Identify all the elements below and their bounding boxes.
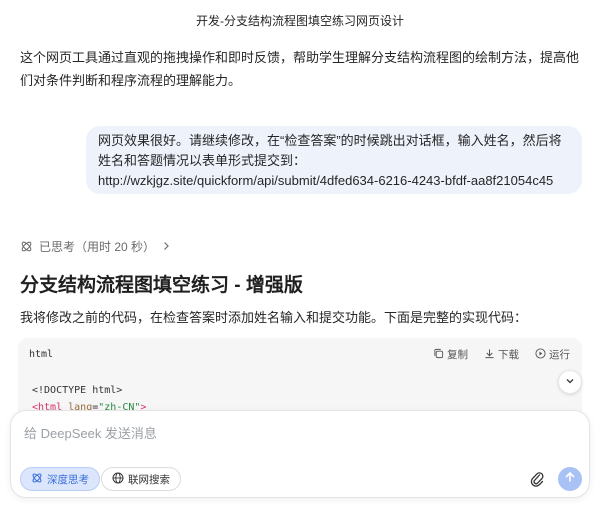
- code-line: <!DOCTYPE html>: [32, 385, 123, 396]
- message-composer: 深度思考 联网搜索: [10, 410, 590, 498]
- run-button[interactable]: 运行: [535, 347, 570, 362]
- deep-think-icon: [31, 472, 43, 487]
- user-message-bubble: 网页效果很好。请继续修改，在“检查答案”的时候跳出对话框，输入姓名，然后将姓名和…: [86, 126, 582, 194]
- web-search-toggle[interactable]: 联网搜索: [101, 467, 181, 491]
- run-label: 运行: [549, 349, 570, 361]
- attach-file-button[interactable]: [529, 470, 545, 488]
- paperclip-icon: [529, 472, 545, 492]
- chevron-down-icon: [565, 373, 575, 391]
- copy-button[interactable]: 复制: [433, 347, 468, 362]
- copy-icon: [433, 348, 444, 362]
- download-button[interactable]: 下载: [484, 347, 519, 362]
- assistant-intro-text: 这个网页工具通过直观的拖拽操作和即时反馈，帮助学生理解分支结构流程图的绘制方法，…: [20, 50, 580, 88]
- user-message-text: 网页效果很好。请继续修改，在“检查答案”的时候跳出对话框，输入姓名，然后将姓名和…: [98, 133, 562, 188]
- response-description: 我将修改之前的代码，在检查答案时添加姓名输入和提交功能。下面是完整的实现代码：: [20, 310, 528, 325]
- play-icon: [535, 347, 546, 362]
- arrow-up-icon: [564, 470, 576, 488]
- download-icon: [484, 348, 495, 362]
- scroll-to-bottom-button[interactable]: [558, 370, 582, 394]
- download-label: 下载: [498, 349, 519, 361]
- response-heading: 分支结构流程图填空练习 - 增强版: [20, 275, 303, 296]
- deep-think-label: 深度思考: [47, 473, 89, 486]
- send-button[interactable]: [558, 467, 582, 491]
- globe-icon: [112, 472, 124, 487]
- deep-think-toggle[interactable]: 深度思考: [20, 467, 100, 491]
- web-search-label: 联网搜索: [128, 473, 170, 486]
- deep-think-icon: [20, 240, 33, 253]
- code-actions: 复制 下载 运行: [433, 347, 570, 362]
- chevron-right-icon: [161, 241, 171, 251]
- thinking-label: 已思考（用时 20 秒）: [39, 239, 156, 254]
- code-language-label: html: [29, 349, 54, 360]
- message-input[interactable]: [24, 423, 564, 443]
- thinking-toggle[interactable]: 已思考（用时 20 秒）: [20, 238, 171, 254]
- copy-label: 复制: [447, 349, 468, 361]
- page-title: 开发-分支结构流程图填空练习网页设计: [196, 14, 404, 28]
